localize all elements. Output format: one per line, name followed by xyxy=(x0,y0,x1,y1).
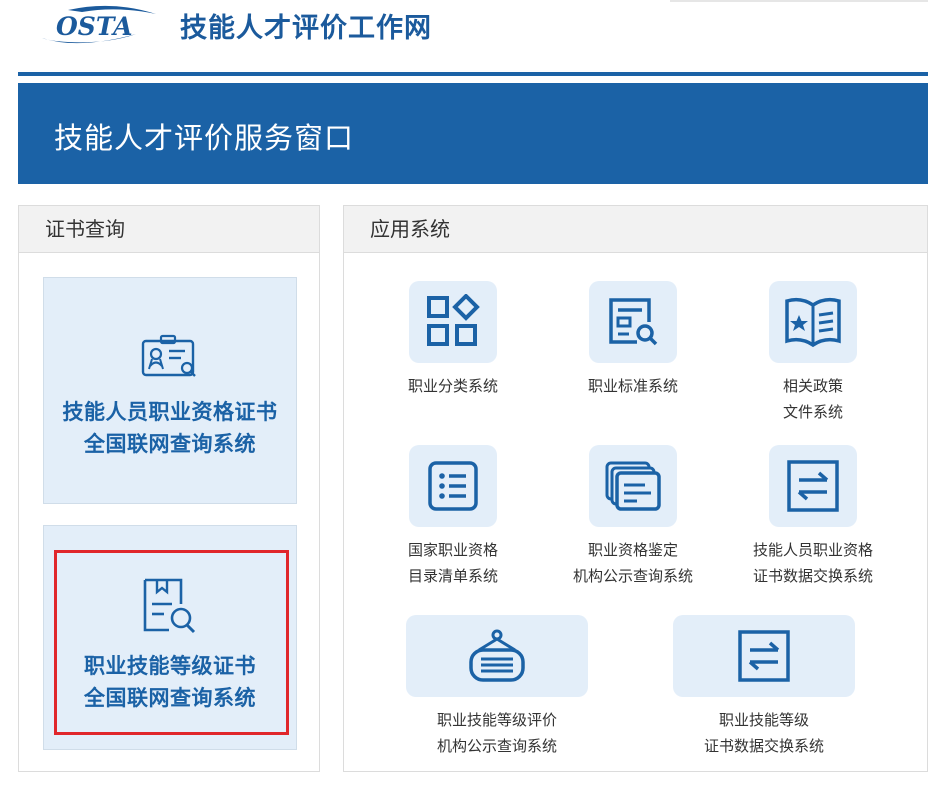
card-title-line2: 全国联网查询系统 xyxy=(84,686,256,710)
app-related-policies[interactable]: 相关政策 文件系统 xyxy=(748,281,878,425)
app-label-line1: 职业资格鉴定 xyxy=(587,541,678,559)
app-label-line2: 机构公示查询系统 xyxy=(436,737,557,755)
stacked-documents-icon xyxy=(605,461,661,511)
header-divider xyxy=(18,72,928,76)
application-systems-title: 应用系统 xyxy=(344,206,927,253)
app-skill-level-evaluation-institutions[interactable]: 职业技能等级评价 机构公示查询系统 xyxy=(406,615,588,759)
exchange-icon xyxy=(738,630,790,682)
app-vocational-certificate-data-exchange[interactable]: 技能人员职业资格 证书数据交换系统 xyxy=(738,445,888,589)
header-search-box[interactable] xyxy=(670,0,928,2)
app-label-line1: 技能人员职业资格 xyxy=(752,541,873,559)
card-title-line1: 职业技能等级证书 xyxy=(84,654,256,678)
skill-level-certificate-query-card[interactable]: 职业技能等级证书 全国联网查询系统 xyxy=(43,525,297,750)
certificate-search-icon xyxy=(141,334,196,377)
site-title: 技能人才评价工作网 xyxy=(180,13,432,44)
app-national-qualification-catalog[interactable]: 国家职业资格 目录清单系统 xyxy=(388,445,518,589)
app-skill-level-certificate-data-exchange[interactable]: 职业技能等级 证书数据交换系统 xyxy=(673,615,855,759)
certificate-query-panel: 证书查询 技能人员职业资格证书 全国联网查询系统 职业技能等级证书 全国联网查询… xyxy=(18,205,320,772)
app-label-line2: 目录清单系统 xyxy=(407,567,498,585)
document-search-icon xyxy=(609,298,658,346)
app-label-line2: 文件系统 xyxy=(782,403,843,421)
banner-title: 技能人才评价服务窗口 xyxy=(54,121,355,155)
policy-book-icon xyxy=(785,297,841,348)
app-label-line1: 国家职业资格 xyxy=(407,541,498,559)
app-label-line1: 相关政策 xyxy=(782,377,843,395)
certificate-query-title: 证书查询 xyxy=(19,206,319,253)
app-label-line2: 证书数据交换系统 xyxy=(703,737,824,755)
app-label-line1: 职业技能等级评价 xyxy=(436,711,557,729)
card-title-line1: 技能人员职业资格证书 xyxy=(62,400,278,424)
category-grid-icon xyxy=(427,294,480,346)
exchange-icon xyxy=(787,460,839,512)
app-occupation-classification[interactable]: 职业分类系统 xyxy=(388,281,518,399)
app-label-line1: 职业技能等级 xyxy=(718,711,809,729)
list-icon xyxy=(428,461,478,511)
logo-text: OSTA xyxy=(56,12,132,41)
app-qualification-appraisal-institutions[interactable]: 职业资格鉴定 机构公示查询系统 xyxy=(568,445,698,589)
application-systems-panel: 应用系统 职业分类系统 职业标准系统 相关政策 文件系统 国家职业资格 目录清单… xyxy=(343,205,928,772)
osta-logo[interactable]: OSTA xyxy=(38,4,160,48)
service-banner: 技能人才评价服务窗口 xyxy=(18,83,928,184)
card-title-line2: 全国联网查询系统 xyxy=(84,432,256,456)
document-search-icon xyxy=(143,578,196,634)
vocational-qualification-query-card[interactable]: 技能人员职业资格证书 全国联网查询系统 xyxy=(43,277,297,504)
app-label-line1: 职业分类系统 xyxy=(407,377,498,395)
app-label-line2: 机构公示查询系统 xyxy=(572,567,693,585)
app-label-line1: 职业标准系统 xyxy=(587,377,678,395)
app-label-line2: 证书数据交换系统 xyxy=(752,567,873,585)
app-occupation-standards[interactable]: 职业标准系统 xyxy=(568,281,698,399)
hanging-sign-icon xyxy=(469,629,525,682)
